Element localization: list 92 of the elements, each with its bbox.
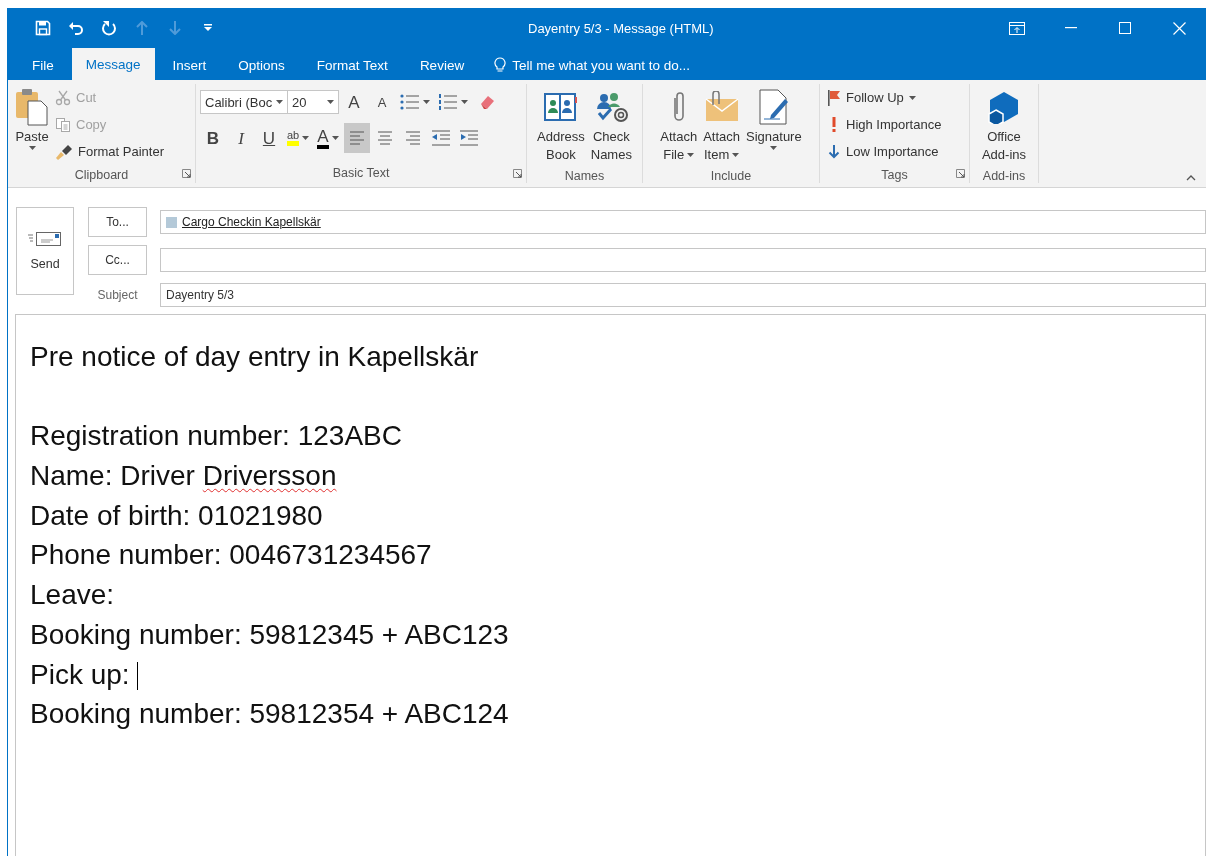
caret-icon[interactable] <box>276 100 283 104</box>
window-title: Dayentry 5/3 - Message (HTML) <box>527 20 715 36</box>
shrink-font-button[interactable]: A <box>369 87 395 117</box>
customize-icon[interactable] <box>203 24 212 32</box>
lightbulb-icon <box>494 57 507 73</box>
clipboard-icon[interactable] <box>15 88 49 126</box>
body-text-line: Pick up: <box>30 654 1205 695</box>
ribbon-tab[interactable]: Review <box>405 50 479 80</box>
grow-font-button[interactable]: A <box>341 87 367 117</box>
signature-button[interactable]: Signature <box>743 84 805 152</box>
maximize-icon[interactable] <box>1119 22 1131 34</box>
group-label: Basic Text <box>331 165 391 182</box>
group-label: Include <box>709 168 753 185</box>
dialog-launcher-icon[interactable] <box>182 169 191 178</box>
low-importance-icon[interactable] <box>828 144 840 159</box>
to-field[interactable]: Cargo Checkin Kapellskär <box>160 210 1206 234</box>
check-names-button[interactable]: Check Names <box>587 84 635 166</box>
ribbon-display-icon[interactable] <box>1009 21 1025 35</box>
attach-file-button[interactable]: Attach File <box>657 84 701 166</box>
caret-icon[interactable] <box>423 100 430 104</box>
close-icon[interactable] <box>1172 21 1186 35</box>
dialog-launcher-icon[interactable] <box>956 169 965 178</box>
collapse-ribbon-icon[interactable] <box>1186 175 1196 181</box>
send-envelope-icon <box>28 231 62 247</box>
high-importance-icon[interactable] <box>831 116 837 133</box>
cc-field[interactable] <box>160 248 1206 272</box>
group-label: Clipboard <box>73 167 130 184</box>
paste-button[interactable]: Paste <box>12 84 52 152</box>
recipient-name[interactable]: Cargo Checkin Kapellskär <box>182 215 321 229</box>
font-size-dropdown[interactable]: 20 <box>287 90 339 114</box>
tell-me-field[interactable]: Tell me what you want to do... <box>494 50 690 80</box>
ribbon-tab[interactable]: Format Text <box>302 50 402 80</box>
signature-icon[interactable] <box>756 89 791 125</box>
body-text-line: Phone number: 0046731234567 <box>30 538 433 573</box>
body-text-line: Name: Driver Driversson <box>30 459 338 494</box>
cc-button[interactable]: Cc... <box>88 245 147 275</box>
follow-up-button[interactable]: Follow Up <box>824 84 945 111</box>
highlight-button[interactable]: ab <box>284 123 313 153</box>
to-button[interactable]: To... <box>88 207 147 237</box>
body-text-line: Booking number: 59812345 + ABC123 <box>30 617 510 652</box>
save-icon[interactable] <box>34 20 51 36</box>
low-importance-button[interactable]: Low Importance <box>824 138 945 165</box>
group-label: Names <box>563 168 606 185</box>
group-label: Tags <box>880 167 909 184</box>
caret-icon[interactable] <box>732 153 740 157</box>
caret-icon[interactable] <box>28 146 36 150</box>
contact-icon <box>166 216 177 228</box>
caret-icon[interactable] <box>461 100 468 104</box>
caret-icon[interactable] <box>302 136 310 140</box>
format-painter-button[interactable]: Format Painter <box>52 138 167 165</box>
ribbon-tab[interactable]: Options <box>224 50 299 80</box>
address-book-icon[interactable] <box>543 91 578 123</box>
tell-me-placeholder: Tell me what you want to do... <box>512 57 690 73</box>
office-addins-button[interactable]: Office Add-ins <box>978 84 1030 166</box>
subject-field[interactable]: Dayentry 5/3 <box>160 283 1206 307</box>
paintbrush-icon[interactable] <box>55 143 73 160</box>
numbering-icon[interactable] <box>438 94 458 110</box>
caret-icon[interactable] <box>770 146 778 150</box>
caret-icon[interactable] <box>331 136 339 140</box>
redo-icon[interactable] <box>100 20 117 36</box>
indent-icon[interactable] <box>458 130 479 146</box>
address-book-button[interactable]: Address Book <box>534 84 588 166</box>
outdent-icon[interactable] <box>430 130 451 146</box>
body-text-line: Booking number: 59812354 + ABC124 <box>30 697 510 732</box>
send-button[interactable]: Send <box>16 207 74 295</box>
font-name-dropdown[interactable]: Calibri (Boc <box>200 90 288 114</box>
cube-icon[interactable] <box>987 90 1021 124</box>
bold-button[interactable]: B <box>200 123 226 153</box>
body-text-line: Pre notice of day entry in Kapellskär <box>30 340 480 374</box>
envelope-icon[interactable] <box>703 91 740 123</box>
flag-icon[interactable] <box>827 89 841 106</box>
dialog-launcher-icon[interactable] <box>513 169 522 178</box>
caret-icon[interactable] <box>687 153 695 157</box>
high-importance-button[interactable]: High Importance <box>824 111 945 138</box>
caret-icon[interactable] <box>908 95 916 100</box>
italic-button[interactable]: I <box>228 123 254 153</box>
body-text-line: Leave: <box>30 578 116 613</box>
body-text-line: Date of birth: 01021980 <box>30 498 324 533</box>
bullets-icon[interactable] <box>400 94 420 110</box>
undo-icon[interactable] <box>67 20 84 36</box>
group-label: Add-ins <box>981 168 1027 185</box>
minimize-icon[interactable] <box>1065 27 1077 29</box>
subject-label: Subject <box>96 288 139 302</box>
body-text-line: Registration number: 123ABC <box>30 419 403 454</box>
caret-icon[interactable] <box>327 100 334 104</box>
ribbon-tab[interactable]: Message <box>71 48 155 80</box>
underline-button[interactable]: U <box>256 123 282 153</box>
align-left-button[interactable] <box>343 123 370 153</box>
attach-item-button[interactable]: Attach Item <box>700 84 744 166</box>
ribbon-tab[interactable]: File <box>18 50 68 80</box>
ribbon-tab[interactable]: Insert <box>158 50 221 80</box>
font-color-button[interactable]: A <box>314 123 342 153</box>
